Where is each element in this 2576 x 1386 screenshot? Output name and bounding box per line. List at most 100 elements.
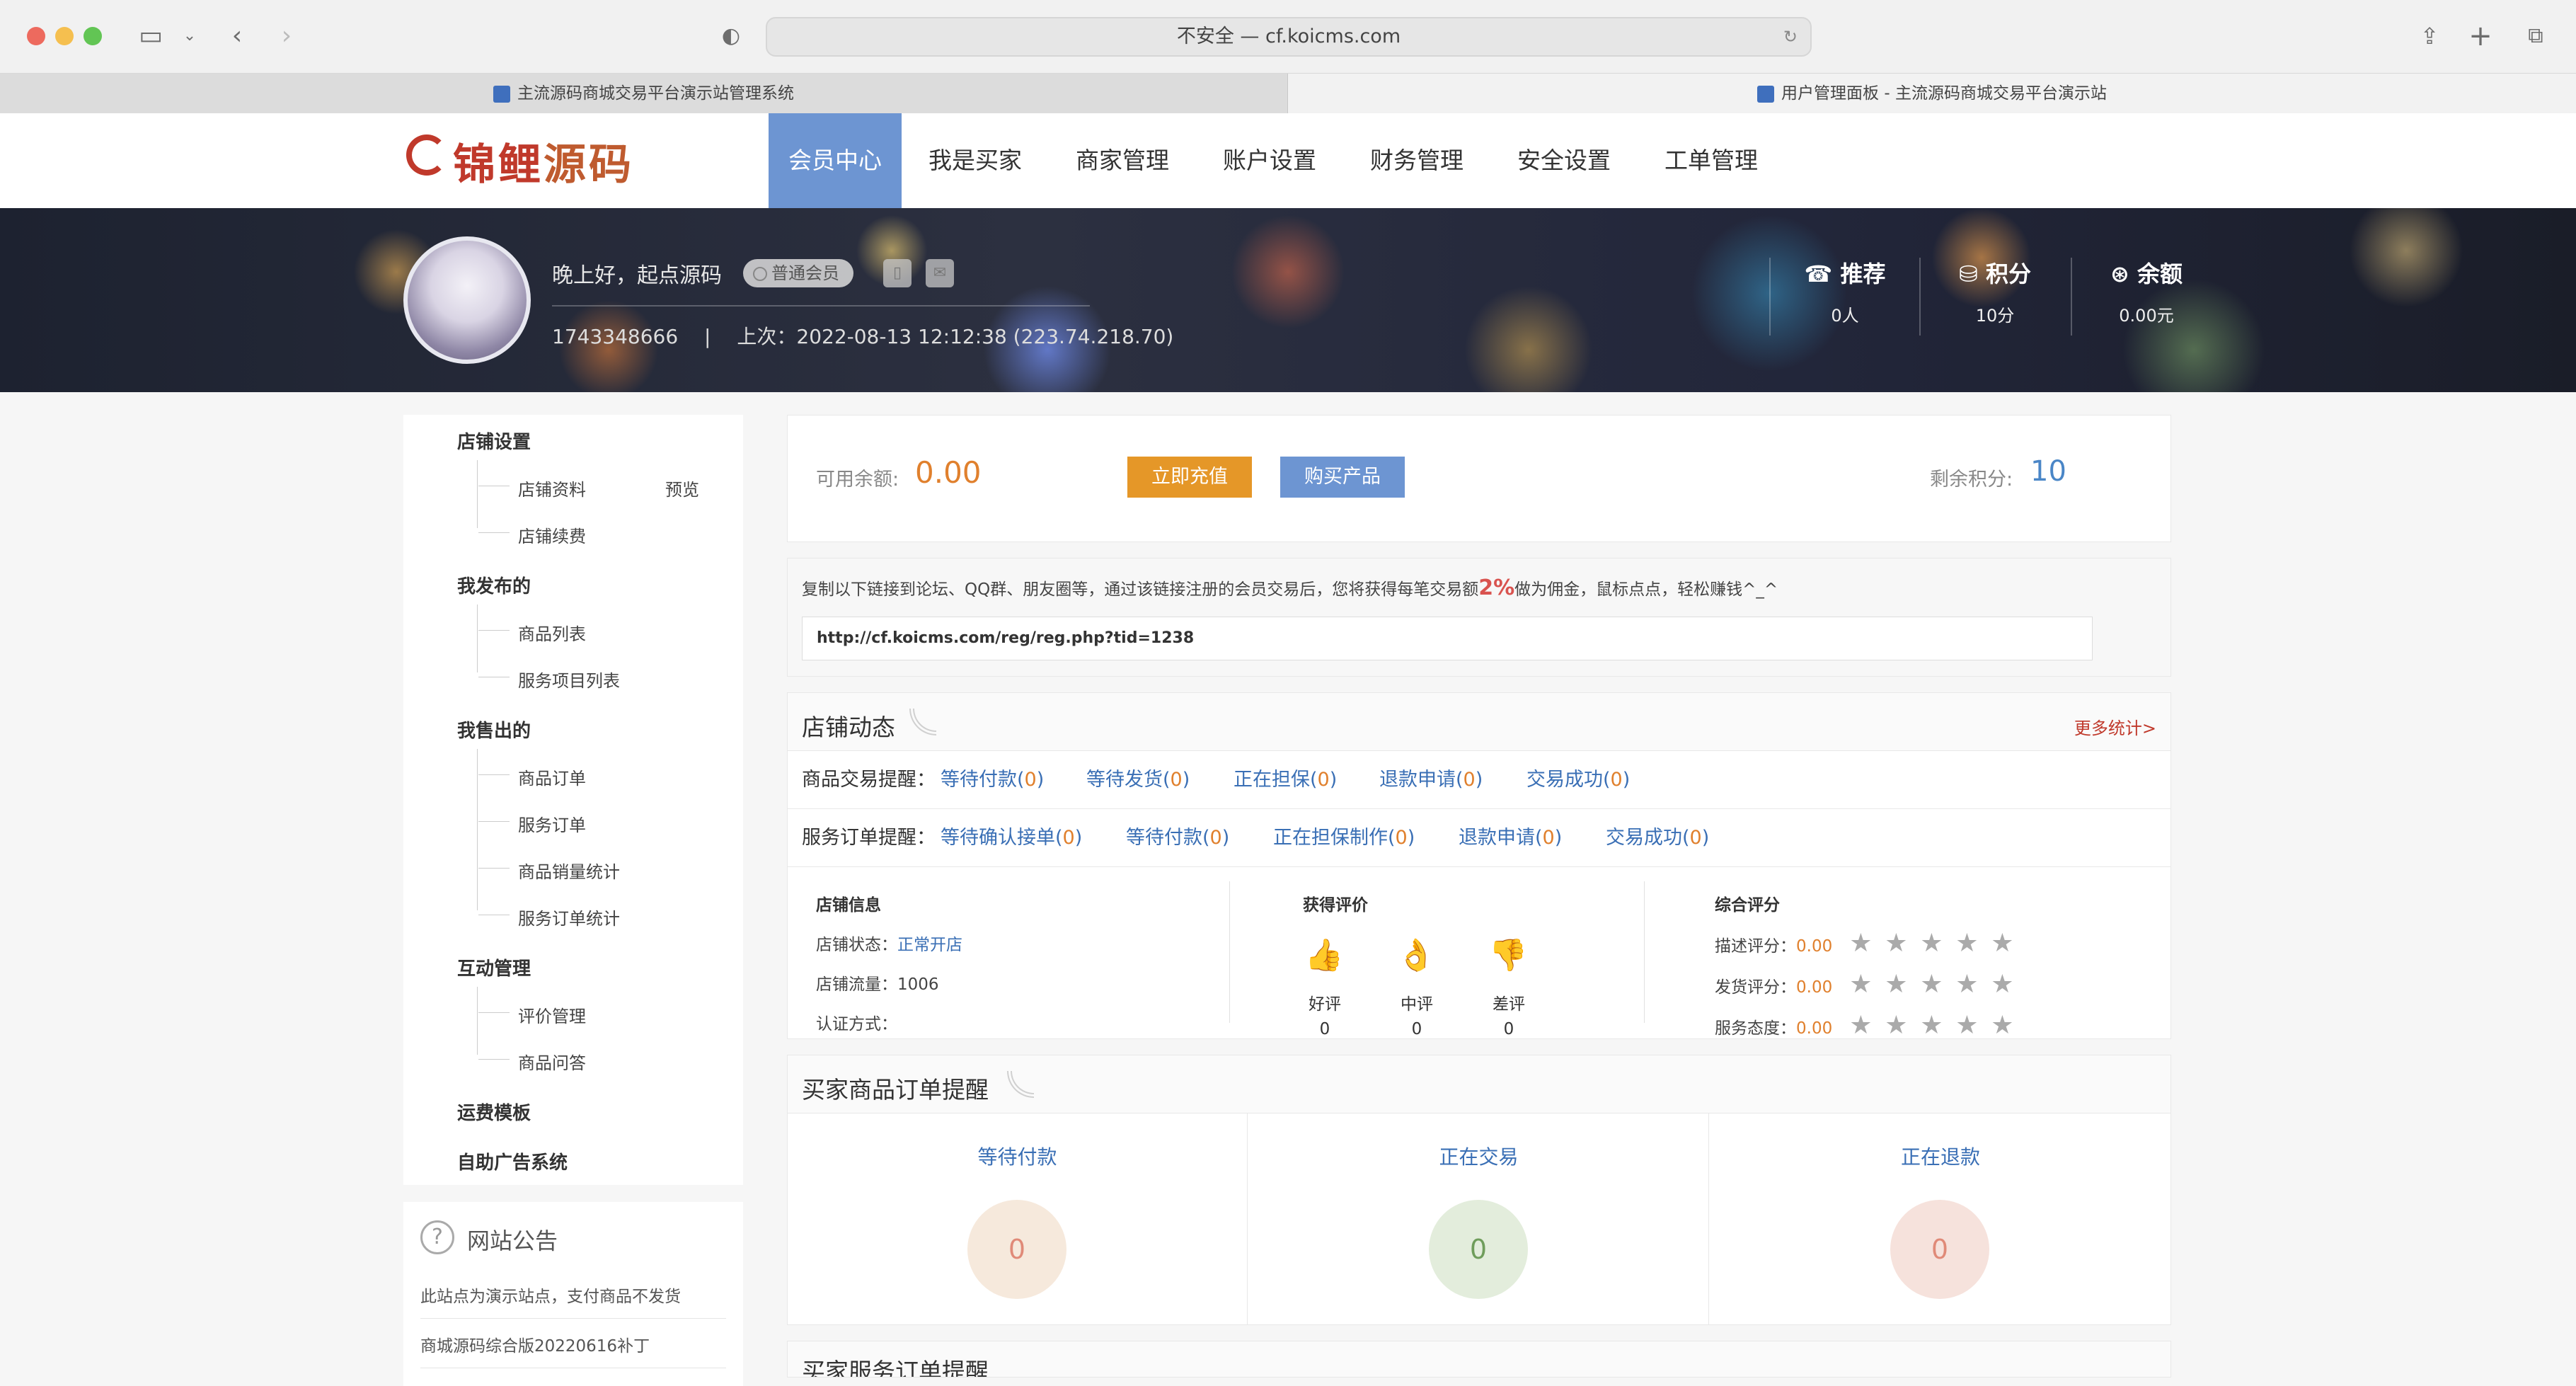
goods-success-link[interactable]: 交易成功(0) xyxy=(1526,751,1630,809)
logo-icon[interactable] xyxy=(406,134,447,176)
sidebar-item-service-orders[interactable]: 服务订单 xyxy=(478,811,586,836)
rating-label: 描述评分： xyxy=(1715,937,1796,956)
forward-icon[interactable]: › xyxy=(270,20,303,52)
thumbs-up-icon: 👍 xyxy=(1304,937,1344,973)
stat-points[interactable]: ⛁ 积分 10分 xyxy=(1919,256,2071,326)
link-text: 等待发货 xyxy=(1086,769,1163,791)
goods-in-escrow-link[interactable]: 正在担保(0) xyxy=(1234,751,1337,809)
tab-overview-icon[interactable]: ⧉ xyxy=(2519,20,2552,52)
sidebar-item-product-list[interactable]: 商品列表 xyxy=(478,620,586,645)
shield-icon[interactable]: ◐ xyxy=(715,20,747,52)
stat-label: 余额 xyxy=(2137,260,2183,287)
nav-security[interactable]: 安全设置 xyxy=(1490,113,1638,208)
count: 0 xyxy=(1317,769,1330,791)
buyer-service-panel: 买家服务订单提醒 xyxy=(787,1341,2171,1378)
avatar[interactable] xyxy=(403,236,531,364)
site-favicon-icon xyxy=(1757,85,1775,103)
sidebar-group-interaction[interactable]: 互动管理 xyxy=(457,954,531,980)
divider xyxy=(552,305,1090,307)
new-tab-icon[interactable]: + xyxy=(2464,20,2497,52)
field-label: 认证方式： xyxy=(816,1015,897,1033)
box-waiting-payment[interactable]: 等待付款 0 xyxy=(788,1113,1248,1324)
divider xyxy=(1229,881,1230,1023)
notice-item[interactable]: 此站点为演示站点，支付商品不发货 xyxy=(420,1283,726,1319)
box-in-trade[interactable]: 正在交易 0 xyxy=(1249,1113,1709,1324)
close-window-button[interactable] xyxy=(27,27,45,45)
sidebar-item-reviews[interactable]: 评价管理 xyxy=(478,1002,586,1027)
maximize-window-button[interactable] xyxy=(84,27,102,45)
sidebar-item-sales-stats[interactable]: 商品销量统计 xyxy=(478,858,620,883)
notice-title: 网站公告 xyxy=(467,1227,558,1254)
service-success-link[interactable]: 交易成功(0) xyxy=(1606,809,1709,867)
service-refund-link[interactable]: 退款申请(0) xyxy=(1459,809,1562,867)
logo-text-1: 锦鲤 xyxy=(453,140,544,190)
goods-waiting-payment-link[interactable]: 等待付款(0) xyxy=(941,751,1044,809)
tab-bar: 主流源码商城交易平台演示站管理系统 用户管理面板 - 主流源码商城交易平台演示站 xyxy=(0,74,2576,113)
service-waiting-payment-link[interactable]: 等待付款(0) xyxy=(1126,809,1229,867)
notice-item[interactable]: 商城源码综合版20220616补丁 xyxy=(420,1332,726,1368)
more-stats-link[interactable]: 更多统计> xyxy=(2074,714,2156,739)
tree-line xyxy=(477,460,478,528)
sidebar-item-product-orders[interactable]: 商品订单 xyxy=(478,764,586,789)
buy-product-button[interactable]: 购买产品 xyxy=(1280,457,1405,498)
tab-user-panel[interactable]: 用户管理面板 - 主流源码商城交易平台演示站 xyxy=(1288,74,2576,113)
stat-balance[interactable]: ⊛ 余额 0.00元 xyxy=(2071,256,2222,326)
rating-value: 0.00 xyxy=(1796,1019,1833,1038)
balance-label: 可用余额: xyxy=(816,469,899,491)
address-bar[interactable]: 不安全 — cf.koicms.com ↻ xyxy=(766,17,1812,57)
nav-account[interactable]: 账户设置 xyxy=(1196,113,1343,208)
service-waiting-confirm-link[interactable]: 等待确认接单(0) xyxy=(941,809,1082,867)
link-text: 等待确认接单 xyxy=(941,827,1055,849)
rating-row: 服务态度：0.00 ★ ★ ★ ★ ★ xyxy=(1715,1013,2016,1038)
tab-admin[interactable]: 主流源码商城交易平台演示站管理系统 xyxy=(0,74,1288,113)
nav-merchant[interactable]: 商家管理 xyxy=(1049,113,1196,208)
stat-value: 0.00元 xyxy=(2119,306,2174,326)
sidebar-group-shop-settings[interactable]: 店铺设置 xyxy=(457,428,531,454)
tree-line xyxy=(477,605,478,672)
email-verify-icon[interactable]: ✉ xyxy=(926,259,954,287)
sidebar-item-service-stats[interactable]: 服务订单统计 xyxy=(478,905,620,929)
preview-link[interactable]: 预览 xyxy=(665,476,699,500)
reload-icon[interactable]: ↻ xyxy=(1783,18,1798,55)
field-label: 店铺流量： xyxy=(816,975,897,994)
sidebar-item-shop-renewal[interactable]: 店铺续费 xyxy=(478,522,586,547)
sidebar-item-service-list[interactable]: 服务项目列表 xyxy=(478,667,620,692)
sidebar-group-ad-system[interactable]: 自助广告系统 xyxy=(457,1148,568,1174)
star-rating: ★ ★ ★ ★ ★ xyxy=(1839,1013,2016,1038)
nav-member-center[interactable]: 会员中心 xyxy=(769,113,902,208)
sidebar-group-sold[interactable]: 我售出的 xyxy=(457,716,531,743)
link-text: 交易成功 xyxy=(1606,827,1682,849)
back-icon[interactable]: ‹ xyxy=(221,20,253,52)
recharge-button[interactable]: 立即充值 xyxy=(1127,457,1252,498)
minimize-window-button[interactable] xyxy=(55,27,74,45)
service-in-escrow-link[interactable]: 正在担保制作(0) xyxy=(1273,809,1415,867)
shop-status-value[interactable]: 正常开店 xyxy=(897,936,962,954)
evaluations: 获得评价 👍 👌 👎 好评 中评 差评 0 0 0 xyxy=(1303,891,1536,1040)
invite-link-field[interactable]: http://cf.koicms.com/reg/reg.php?tid=123… xyxy=(802,617,2093,660)
shop-info-title: 店铺信息 xyxy=(816,896,881,915)
sidebar-toggle-icon[interactable]: ▭ xyxy=(134,20,167,52)
phone-verify-icon[interactable]: ▯ xyxy=(883,259,912,287)
sidebar-item-shop-profile[interactable]: 店铺资料 xyxy=(478,476,586,500)
goods-waiting-shipment-link[interactable]: 等待发货(0) xyxy=(1086,751,1190,809)
chevron-down-icon[interactable]: ⌄ xyxy=(173,20,206,52)
box-refunding[interactable]: 正在退款 0 xyxy=(1710,1113,2170,1324)
star-rating: ★ ★ ★ ★ ★ xyxy=(1839,931,2016,956)
share-icon[interactable]: ⇪ xyxy=(2413,20,2446,52)
stat-referrals[interactable]: ☎ 推荐 0人 xyxy=(1769,256,1921,326)
nav-tickets[interactable]: 工单管理 xyxy=(1638,113,1785,208)
sidebar-item-qa[interactable]: 商品问答 xyxy=(478,1049,586,1074)
reminder-label: 商品交易提醒： xyxy=(802,769,936,791)
count: 0 xyxy=(1542,827,1555,849)
member-level-badge[interactable]: 普通会员 xyxy=(743,259,853,287)
shop-info: 店铺信息 店铺状态：正常开店 店铺流量：1006 认证方式： xyxy=(816,891,962,1034)
sidebar-group-shipping-template[interactable]: 运费模板 xyxy=(457,1099,531,1125)
invite-text-after: 做为佣金，鼠标点点，轻松赚钱^_^ xyxy=(1514,580,1778,599)
goods-refund-link[interactable]: 退款申请(0) xyxy=(1379,751,1483,809)
site-logo[interactable]: 锦鲤源码 xyxy=(453,130,634,192)
sidebar-group-published[interactable]: 我发布的 xyxy=(457,572,531,598)
nav-buyer[interactable]: 我是买家 xyxy=(902,113,1049,208)
link-text: 交易成功 xyxy=(1526,769,1603,791)
section-title: 买家商品订单提醒 xyxy=(802,1076,989,1104)
nav-finance[interactable]: 财务管理 xyxy=(1343,113,1490,208)
